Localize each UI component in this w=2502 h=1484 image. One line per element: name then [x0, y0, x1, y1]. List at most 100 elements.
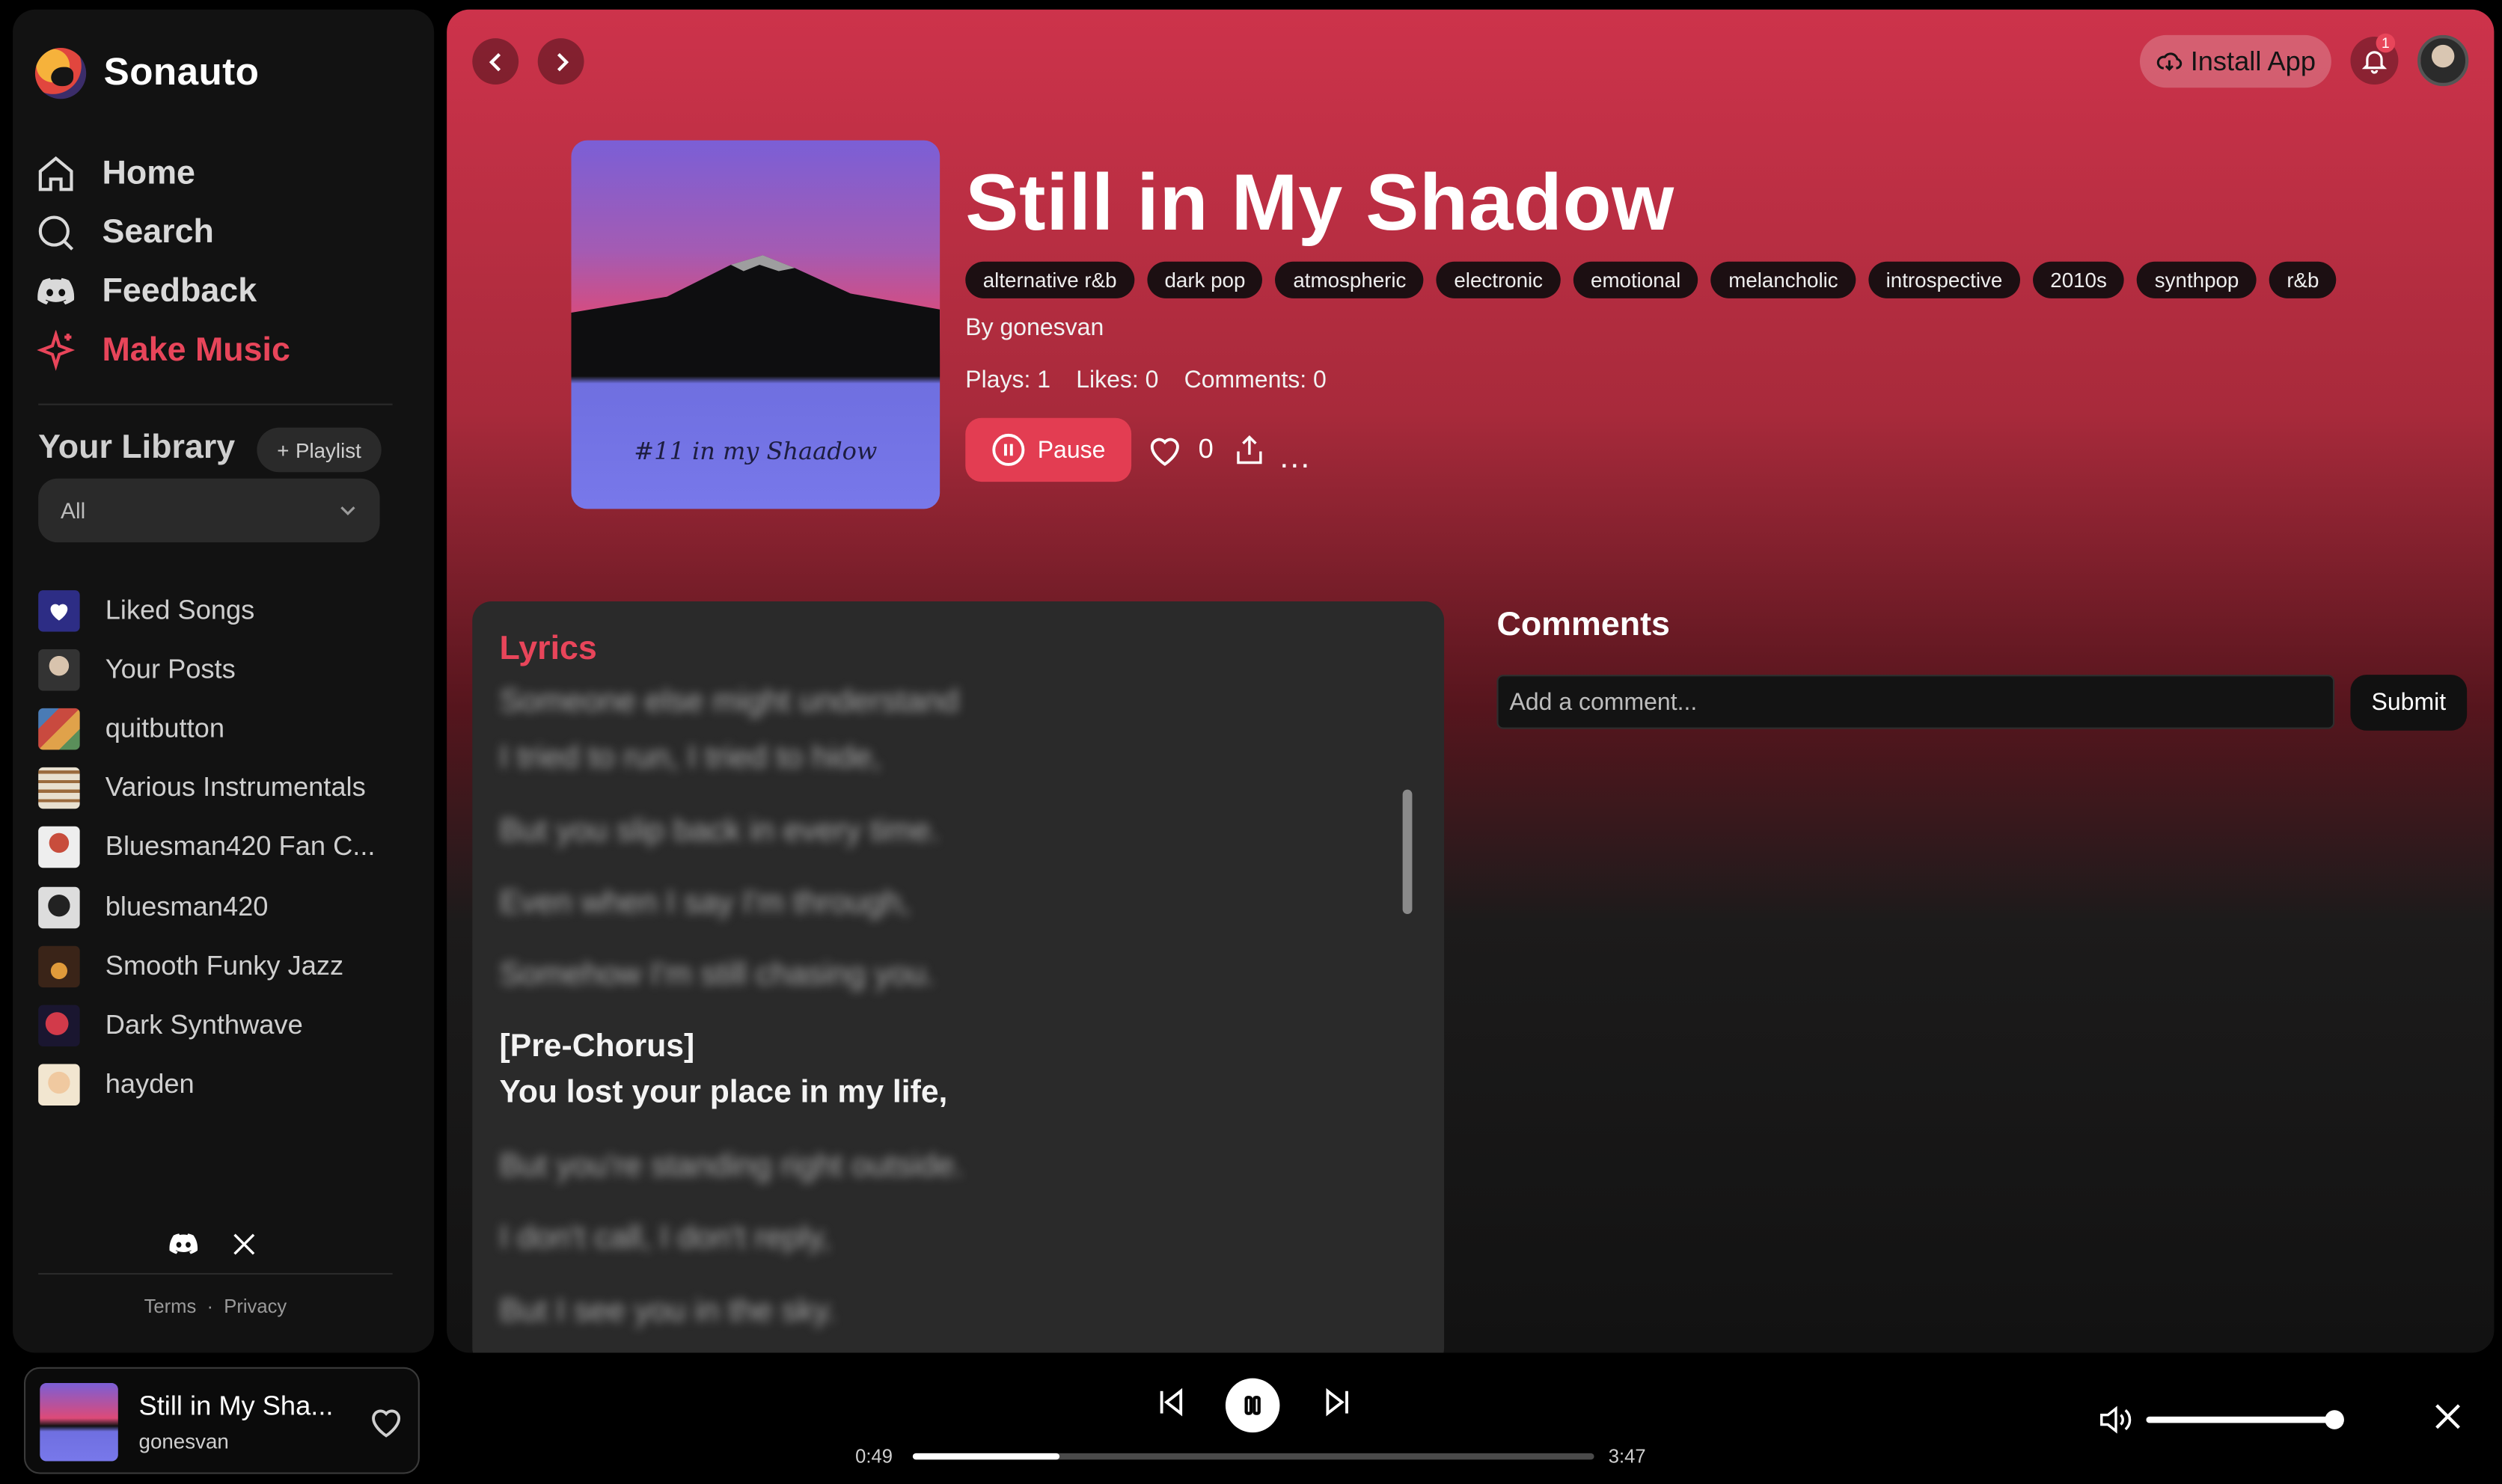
library-filter-value: All	[61, 497, 86, 524]
install-app-label: Install App	[2190, 45, 2316, 76]
tag-chip[interactable]: melancholic	[1710, 261, 1856, 298]
next-track-icon[interactable]	[1321, 1382, 1354, 1423]
more-options-button[interactable]: ...	[1279, 441, 1311, 477]
library-item-your-posts[interactable]: Your Posts	[38, 640, 421, 699]
terms-link[interactable]: Terms	[144, 1296, 197, 1318]
install-app-button[interactable]: Install App	[2139, 34, 2331, 88]
library-title: Your Library	[38, 429, 236, 466]
volume-knob[interactable]	[2325, 1410, 2344, 1429]
lyric-line: I don't call, I don't reply,	[499, 1220, 831, 1256]
comment-input[interactable]	[1496, 675, 2335, 729]
forward-button[interactable]	[537, 38, 584, 85]
x-link[interactable]	[227, 1227, 262, 1262]
song-title: Still in My Shadow	[965, 158, 1674, 248]
lyric-line: But you're standing right outside.	[499, 1148, 964, 1184]
app-root: Sonauto Home Search Feedback Make Music …	[0, 0, 2502, 1483]
library-list: Liked Songs Your Posts quitbutton Variou…	[38, 580, 421, 1114]
library-item-bluesman420[interactable]: bluesman420	[38, 877, 421, 936]
library-item-liked-songs[interactable]: Liked Songs	[38, 580, 421, 640]
heart-outline-icon[interactable]	[1146, 431, 1184, 469]
tag-chip[interactable]: emotional	[1573, 261, 1698, 298]
various-instrumentals-thumb	[38, 767, 80, 809]
tag-chip[interactable]: r&b	[2269, 261, 2337, 298]
previous-track-icon[interactable]	[1155, 1382, 1187, 1423]
library-item-label: bluesman420	[105, 891, 269, 922]
comments-count: Comments: 0	[1184, 367, 1327, 394]
share-icon[interactable]	[1235, 434, 1264, 466]
nav-item-feedback[interactable]: Feedback	[35, 262, 290, 321]
add-playlist-label: Playlist	[295, 438, 361, 462]
library-filter-select[interactable]: All	[38, 478, 380, 543]
legal-separator: ·	[207, 1295, 214, 1318]
tag-chip[interactable]: alternative r&b	[965, 261, 1134, 298]
comments-title: Comments	[1496, 606, 1670, 643]
library-item-dark-synthwave[interactable]: Dark Synthwave	[38, 996, 421, 1055]
library-item-quitbutton[interactable]: quitbutton	[38, 699, 421, 758]
main-nav: Home Search Feedback Make Music	[35, 144, 290, 380]
mountain-art	[571, 255, 940, 377]
song-stats: Plays: 1 Likes: 0 Comments: 0	[965, 367, 1327, 394]
library-item-label: quitbutton	[105, 713, 225, 743]
play-pause-button[interactable]	[1225, 1378, 1280, 1433]
now-playing-title: Still in My Sha...	[138, 1391, 334, 1422]
close-player-icon[interactable]	[2432, 1401, 2464, 1433]
library-item-various-instrumentals[interactable]: Various Instrumentals	[38, 758, 421, 818]
progress-bar[interactable]	[912, 1453, 1594, 1460]
add-playlist-button[interactable]: + Playlist	[257, 427, 382, 473]
discord-link[interactable]	[166, 1227, 201, 1262]
tag-chip[interactable]: dark pop	[1147, 261, 1263, 298]
bluesman-fan-thumb	[38, 827, 80, 868]
liked-songs-thumb	[38, 589, 80, 631]
notification-count-badge: 1	[2376, 33, 2396, 53]
tag-chip[interactable]: introspective	[1868, 261, 2020, 298]
song-tags: alternative r&b dark pop atmospheric ele…	[965, 261, 2337, 298]
brand[interactable]: Sonauto	[34, 47, 259, 99]
pause-icon	[1244, 1396, 1261, 1415]
cloud-download-icon	[2156, 52, 2182, 71]
library-item-bluesman420-fan-club[interactable]: Bluesman420 Fan C...	[38, 818, 421, 877]
now-playing-thumb	[40, 1383, 118, 1462]
volume-icon[interactable]	[2099, 1404, 2134, 1436]
nav-item-home[interactable]: Home	[35, 144, 290, 203]
sidebar: Sonauto Home Search Feedback Make Music …	[13, 9, 435, 1353]
privacy-link[interactable]: Privacy	[224, 1296, 287, 1318]
lyric-line: Someone else might understand	[499, 684, 959, 720]
your-posts-thumb	[38, 649, 80, 690]
back-button[interactable]	[472, 38, 519, 85]
smooth-funky-jazz-thumb	[38, 945, 80, 987]
volume-slider[interactable]	[2146, 1410, 2344, 1429]
social-links	[166, 1227, 262, 1262]
user-avatar[interactable]	[2417, 34, 2469, 87]
heart-outline-icon[interactable]	[367, 1402, 406, 1441]
likes-count: Likes: 0	[1076, 367, 1159, 394]
tag-chip[interactable]: atmospheric	[1275, 261, 1424, 298]
now-playing-artist[interactable]: gonesvan	[139, 1429, 229, 1453]
library-item-label: Dark Synthwave	[105, 1009, 303, 1040]
progress-fill	[912, 1453, 1060, 1460]
notifications-button[interactable]: 1	[2350, 33, 2399, 85]
chevron-left-icon	[488, 52, 500, 71]
cover-caption: #11 in my Shaadow	[634, 437, 878, 466]
now-playing-card[interactable]: Still in My Sha... gonesvan	[23, 1367, 420, 1474]
lyric-line: Somehow I'm still chasing you.	[499, 957, 935, 993]
library-item-hayden[interactable]: hayden	[38, 1055, 421, 1114]
discord-icon	[37, 277, 75, 304]
volume-fill	[2146, 1410, 2344, 1429]
nav-item-make-music[interactable]: Make Music	[35, 321, 290, 380]
submit-comment-button[interactable]: Submit	[2350, 675, 2468, 731]
lyrics-scrollbar[interactable]	[1402, 789, 1413, 915]
library-item-smooth-funky-jazz[interactable]: Smooth Funky Jazz	[38, 936, 421, 996]
tag-chip[interactable]: synthpop	[2137, 261, 2257, 298]
pause-button[interactable]: Pause	[965, 417, 1132, 482]
lyric-line: I tried to run, I tried to hide,	[499, 740, 881, 776]
tag-chip[interactable]: 2010s	[2032, 261, 2125, 298]
tag-chip[interactable]: electronic	[1436, 261, 1561, 298]
artist-byline[interactable]: By gonesvan	[965, 314, 1104, 341]
song-cover-art: #11 in my Shaadow	[571, 140, 940, 509]
plays-count: Plays: 1	[965, 367, 1051, 394]
bluesman420-thumb	[38, 886, 80, 928]
nav-item-search[interactable]: Search	[35, 203, 290, 262]
nav-label-home: Home	[102, 153, 195, 191]
lyrics-title: Lyrics	[499, 630, 597, 667]
sparkle-icon	[37, 329, 76, 370]
